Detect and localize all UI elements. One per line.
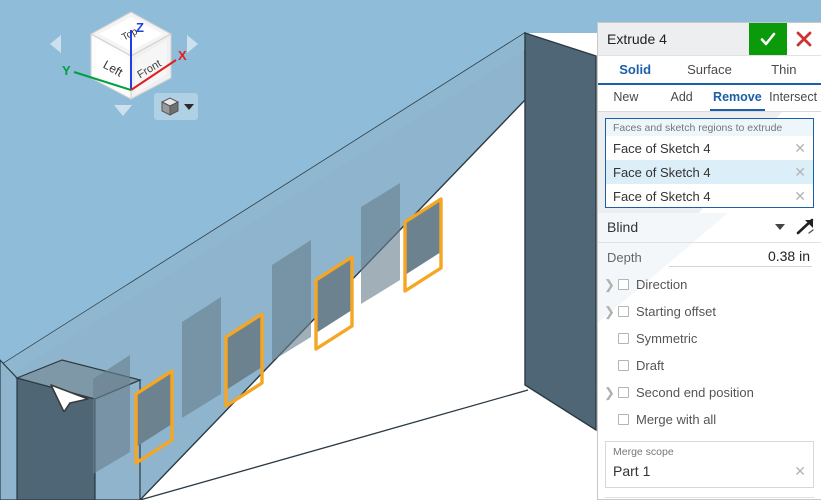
axis-label-x: X: [178, 48, 187, 63]
view-mode-button[interactable]: [154, 93, 198, 120]
wall-side-face: [524, 32, 597, 432]
flip-direction-arrow-icon[interactable]: [795, 217, 817, 237]
merge-scope-label: Merge scope: [613, 446, 674, 458]
option-label: Second end position: [636, 385, 754, 400]
checkbox-direction[interactable]: [618, 279, 629, 290]
face-item-label: Face of Sketch 4: [613, 140, 711, 156]
option-second-end-position[interactable]: ❯ Second end position: [598, 379, 821, 406]
arrow-left-icon[interactable]: [50, 35, 61, 53]
depth-field-row[interactable]: Depth 0.38 in: [598, 243, 821, 271]
cancel-button[interactable]: [787, 23, 821, 55]
depth-input[interactable]: 0.38 in: [669, 248, 812, 267]
tab-new[interactable]: New: [598, 85, 654, 111]
secondary-tabs[interactable]: New Add Remove Intersect: [598, 85, 821, 112]
end-condition-value: Blind: [607, 219, 639, 235]
end-condition-dropdown[interactable]: Blind: [598, 212, 821, 243]
tab-intersect[interactable]: Intersect: [765, 85, 821, 111]
option-merge-with-all[interactable]: ❯ Merge with all: [598, 406, 821, 433]
faces-selection-label: Faces and sketch regions to extrude: [613, 122, 783, 134]
checkbox-starting-offset[interactable]: [618, 306, 629, 317]
tab-add[interactable]: Add: [654, 85, 710, 111]
tab-surface[interactable]: Surface: [672, 56, 746, 83]
merge-scope-value: Part 1: [613, 463, 651, 479]
option-direction[interactable]: ❯ Direction: [598, 271, 821, 298]
option-label: Direction: [636, 277, 688, 292]
chevron-right-icon[interactable]: ❯: [604, 385, 618, 401]
dialog-title: Extrude 4: [607, 31, 667, 47]
option-starting-offset[interactable]: ❯ Starting offset: [598, 298, 821, 325]
checkbox-draft[interactable]: [618, 360, 629, 371]
option-label: Draft: [636, 358, 665, 373]
shaded-cube-icon[interactable]: [159, 96, 181, 118]
option-label: Symmetric: [636, 331, 698, 346]
option-draft[interactable]: ❯ Draft: [598, 352, 821, 379]
chevron-right-icon[interactable]: ❯: [604, 304, 618, 320]
table-row[interactable]: Face of Sketch 4 ✕: [606, 136, 813, 160]
onshape-extrude-screen: Top Left Front Z Y X Extrude 4 Solid Sur…: [0, 0, 821, 500]
chevron-right-icon[interactable]: ❯: [604, 277, 618, 293]
tab-remove[interactable]: Remove: [709, 85, 766, 111]
faces-selection-box[interactable]: Faces and sketch regions to extrude Face…: [605, 118, 814, 208]
face-item-label: Face of Sketch 4: [613, 164, 711, 180]
check-icon[interactable]: [758, 29, 778, 49]
close-small-icon[interactable]: ✕: [794, 463, 806, 480]
dialog-title-bar: Extrude 4: [598, 23, 821, 56]
list-item[interactable]: Part 1 ✕: [606, 459, 813, 483]
face-item-label: Face of Sketch 4: [613, 188, 711, 204]
option-symmetric[interactable]: ❯ Symmetric: [598, 325, 821, 352]
tab-thin[interactable]: Thin: [747, 56, 821, 83]
chevron-down-icon[interactable]: [775, 224, 785, 230]
close-small-icon[interactable]: ✕: [794, 188, 806, 205]
close-small-icon[interactable]: ✕: [794, 140, 806, 157]
table-row[interactable]: Face of Sketch 4 ✕: [606, 160, 813, 184]
tab-solid[interactable]: Solid: [598, 56, 672, 83]
axis-label-z: Z: [136, 20, 144, 35]
arrow-cursor: [50, 384, 89, 412]
checkbox-merge-with-all[interactable]: [618, 414, 629, 425]
option-label: Merge with all: [636, 412, 717, 427]
arrow-down-icon[interactable]: [114, 105, 132, 116]
accept-button[interactable]: [749, 23, 787, 55]
table-row[interactable]: Face of Sketch 4 ✕: [606, 184, 813, 207]
extrude-dialog[interactable]: Extrude 4 Solid Surface Thin New Add Rem…: [597, 22, 821, 500]
column-light-face: [0, 359, 18, 500]
close-icon[interactable]: [795, 30, 813, 48]
close-small-icon[interactable]: ✕: [794, 164, 806, 181]
primary-tabs[interactable]: Solid Surface Thin: [598, 56, 821, 85]
merge-scope-box[interactable]: Merge scope Part 1 ✕: [605, 441, 814, 488]
option-label: Starting offset: [636, 304, 716, 319]
arrow-right-icon[interactable]: [187, 35, 198, 53]
chevron-down-icon[interactable]: [183, 103, 194, 110]
axis-label-y: Y: [62, 63, 71, 78]
checkbox-second-end-position[interactable]: [618, 387, 629, 398]
checkbox-symmetric[interactable]: [618, 333, 629, 344]
depth-label: Depth: [607, 249, 642, 265]
